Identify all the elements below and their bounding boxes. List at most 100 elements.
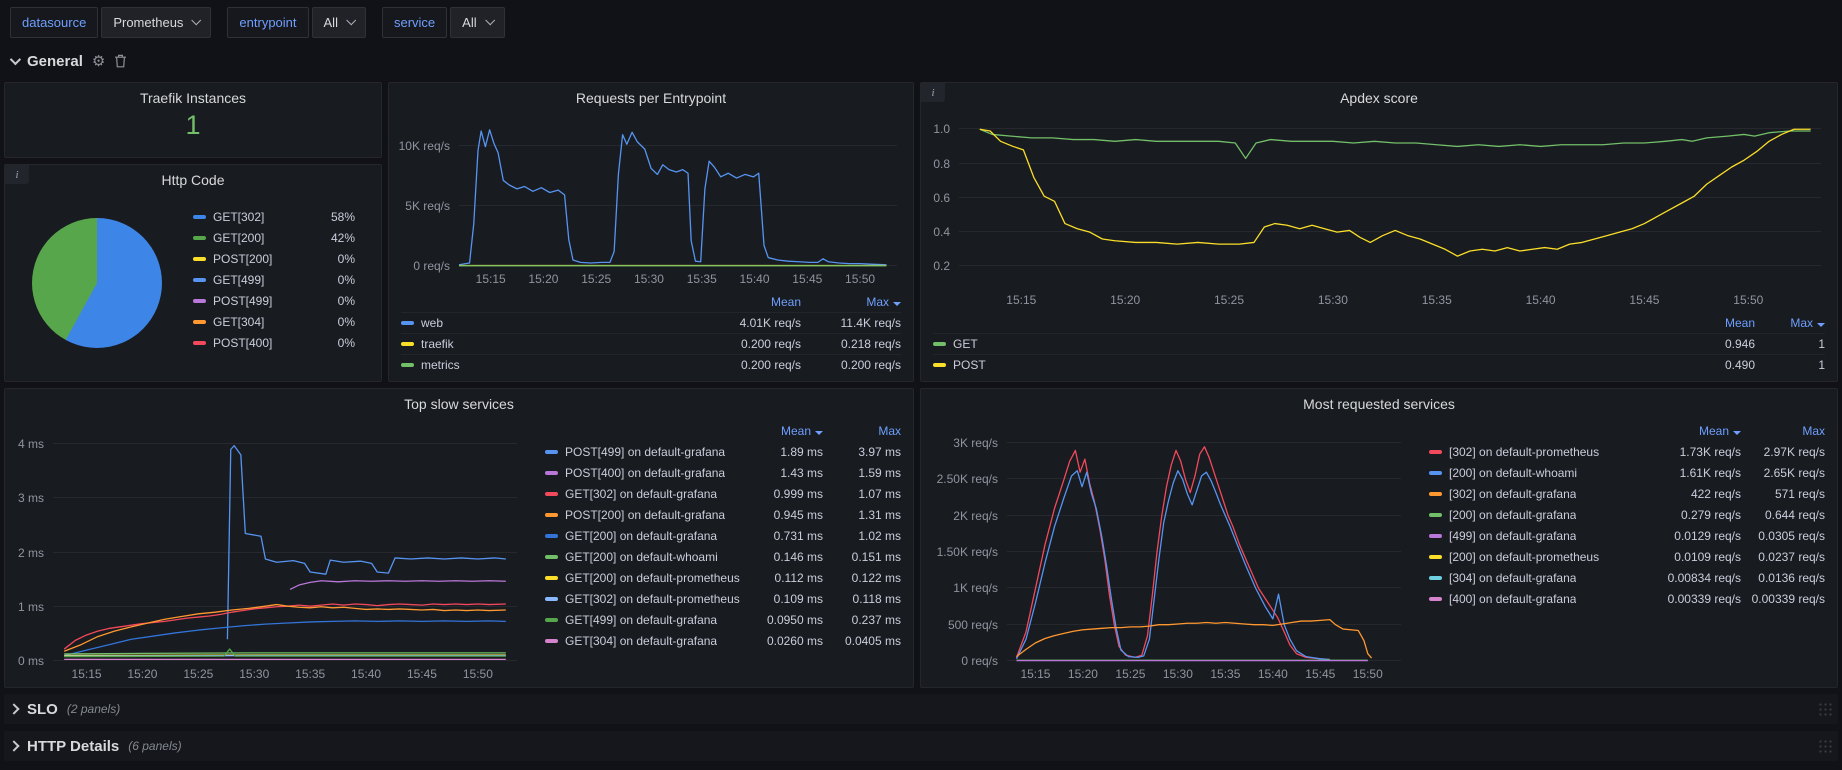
legend-value: 1.02 ms xyxy=(823,529,901,543)
x-tick-label: 15:45 xyxy=(1629,293,1659,307)
legend-item[interactable]: POST[200]0% xyxy=(193,249,355,270)
panel-title[interactable]: Requests per Entrypoint xyxy=(389,83,913,109)
panel-title[interactable]: Apdex score xyxy=(921,83,1837,109)
row-general: General ⚙ xyxy=(4,46,1838,76)
legend-item[interactable]: [400] on default-grafana0.00339 req/s0.0… xyxy=(1429,588,1825,609)
trash-icon[interactable] xyxy=(114,54,127,68)
legend-sort-mean[interactable]: Mean xyxy=(701,295,801,309)
legend-item[interactable]: POST[400] on default-grafana1.43 ms1.59 … xyxy=(545,462,901,483)
legend-value: 1.07 ms xyxy=(823,487,901,501)
chart-canvas[interactable] xyxy=(1007,425,1401,661)
chevron-right-icon[interactable] xyxy=(8,740,19,751)
legend-sort-mean[interactable]: Mean xyxy=(1657,424,1741,438)
legend-sort-mean[interactable]: Mean xyxy=(745,424,823,438)
panel-top-slow-services: Top slow services 0 ms1 ms2 ms3 ms4 ms15… xyxy=(4,388,914,688)
legend-item[interactable]: [200] on default-prometheus0.0109 req/s0… xyxy=(1429,546,1825,567)
var-service-select[interactable]: All xyxy=(450,7,504,38)
timeseries-chart[interactable]: 0.20.40.60.81.015:1515:2015:2515:3015:35… xyxy=(921,109,1837,313)
legend-item[interactable]: GET[499] on default-grafana0.0950 ms0.23… xyxy=(545,609,901,630)
legend-item[interactable]: GET[200] on default-whoami0.146 ms0.151 … xyxy=(545,546,901,567)
legend-item[interactable]: GET[304] on default-grafana0.0260 ms0.04… xyxy=(545,630,901,651)
panel-title[interactable]: Http Code xyxy=(5,165,381,191)
legend-item[interactable]: GET[200] on default-prometheus0.112 ms0.… xyxy=(545,567,901,588)
legend-sort-max[interactable]: Max xyxy=(1755,316,1825,330)
timeseries-chart[interactable]: 0 ms1 ms2 ms3 ms4 ms15:1515:2015:2515:30… xyxy=(5,415,533,687)
legend-sort-max[interactable]: Max xyxy=(801,295,901,309)
legend-label: [304] on default-grafana xyxy=(1449,571,1576,585)
panel-body: 0 req/s500 req/s1K req/s1.50K req/s2K re… xyxy=(921,415,1837,687)
legend-item[interactable]: POST[499] on default-grafana1.89 ms3.97 … xyxy=(545,441,901,462)
legend-item[interactable]: [304] on default-grafana0.00834 req/s0.0… xyxy=(1429,567,1825,588)
series-color-swatch xyxy=(545,597,558,601)
legend-value: 1.43 ms xyxy=(745,466,823,480)
panel-title[interactable]: Traefik Instances xyxy=(5,83,381,109)
timeseries-chart[interactable]: 0 req/s5K req/s10K req/s15:1515:2015:251… xyxy=(389,109,913,292)
var-datasource-select[interactable]: Prometheus xyxy=(101,7,211,38)
legend-sort-max[interactable]: Max xyxy=(823,424,901,438)
legend-item[interactable]: POST[200] on default-grafana0.945 ms1.31… xyxy=(545,504,901,525)
timeseries-chart[interactable]: 0 req/s500 req/s1K req/s1.50K req/s2K re… xyxy=(921,415,1417,687)
legend-value: 0.0237 req/s xyxy=(1741,550,1825,564)
x-tick-label: 15:50 xyxy=(1733,293,1763,307)
row-title-general[interactable]: General xyxy=(27,53,83,70)
legend-item[interactable]: GET[200]42% xyxy=(193,228,355,249)
legend: MeanMax web4.01K req/s11.4K req/straefik0… xyxy=(389,292,913,381)
legend-item[interactable]: [200] on default-grafana0.279 req/s0.644… xyxy=(1429,504,1825,525)
pie-legend: GET[302]58%GET[200]42%POST[200]0%GET[499… xyxy=(181,207,367,360)
x-tick-label: 15:15 xyxy=(1020,667,1050,681)
legend-item[interactable]: [499] on default-grafana0.0129 req/s0.03… xyxy=(1429,525,1825,546)
legend-item[interactable]: GET[499]0% xyxy=(193,270,355,291)
legend-label: GET[200] xyxy=(213,231,264,245)
gear-icon[interactable]: ⚙ xyxy=(92,54,105,69)
panel-title[interactable]: Most requested services xyxy=(921,389,1837,415)
legend-item[interactable]: [302] on default-prometheus1.73K req/s2.… xyxy=(1429,441,1825,462)
legend-item[interactable]: GET[302]58% xyxy=(193,207,355,228)
legend-item[interactable]: GET[304]0% xyxy=(193,312,355,333)
legend-sort-max[interactable]: Max xyxy=(1741,424,1825,438)
chevron-right-icon[interactable] xyxy=(8,703,19,714)
legend-sort-mean[interactable]: Mean xyxy=(1685,316,1755,330)
legend-label: traefik xyxy=(421,337,454,351)
legend-item[interactable]: GET[302] on default-grafana0.999 ms1.07 … xyxy=(545,483,901,504)
legend-item[interactable]: GET[200] on default-grafana0.731 ms1.02 … xyxy=(545,525,901,546)
legend-item[interactable]: [200] on default-whoami1.61K req/s2.65K … xyxy=(1429,462,1825,483)
legend-item[interactable]: web4.01K req/s11.4K req/s xyxy=(401,312,901,333)
x-tick-label: 15:15 xyxy=(1006,293,1036,307)
x-tick-label: 15:45 xyxy=(407,667,437,681)
legend: MeanMax GET0.9461POST0.4901 xyxy=(921,313,1837,381)
legend-label: GET[304] on default-grafana xyxy=(565,634,717,648)
info-icon[interactable]: i xyxy=(921,83,945,102)
drag-handle[interactable] xyxy=(1818,702,1832,717)
var-service-label: service xyxy=(382,7,447,38)
legend-item[interactable]: metrics0.200 req/s0.200 req/s xyxy=(401,354,901,375)
y-tick-label: 0 req/s xyxy=(413,259,450,273)
chart-canvas[interactable] xyxy=(53,425,517,661)
row-title-http-details[interactable]: HTTP Details xyxy=(27,738,119,755)
pie-wrap xyxy=(13,218,181,348)
panel-title[interactable]: Top slow services xyxy=(5,389,913,415)
drag-handle[interactable] xyxy=(1818,739,1832,754)
info-icon[interactable]: i xyxy=(5,165,29,184)
row-slo[interactable]: SLO (2 panels) xyxy=(4,694,1838,724)
row-http-details[interactable]: HTTP Details (6 panels) xyxy=(4,731,1838,761)
legend-value: 571 req/s xyxy=(1741,487,1825,501)
chart-canvas[interactable] xyxy=(459,119,897,266)
legend-item[interactable]: POST0.4901 xyxy=(933,354,1825,375)
legend-item[interactable]: POST[499]0% xyxy=(193,291,355,312)
legend-item[interactable]: GET[302] on default-prometheus0.109 ms0.… xyxy=(545,588,901,609)
legend-label: GET[302] xyxy=(213,210,264,224)
chevron-down-icon[interactable] xyxy=(10,54,21,65)
var-entrypoint-select[interactable]: All xyxy=(312,7,366,38)
legend-value: 0% xyxy=(315,273,355,287)
row-title-slo[interactable]: SLO xyxy=(27,701,58,718)
legend-item[interactable]: GET0.9461 xyxy=(933,333,1825,354)
legend-value: 1.59 ms xyxy=(823,466,901,480)
legend-item[interactable]: [302] on default-grafana422 req/s571 req… xyxy=(1429,483,1825,504)
legend-value: 2.97K req/s xyxy=(1741,445,1825,459)
legend-item[interactable]: traefik0.200 req/s0.218 req/s xyxy=(401,333,901,354)
legend-item[interactable]: POST[400]0% xyxy=(193,333,355,354)
x-tick-label: 15:35 xyxy=(295,667,325,681)
pie-chart[interactable] xyxy=(32,218,162,348)
chart-canvas[interactable] xyxy=(959,119,1821,287)
series-line-POST-400-grafana xyxy=(290,581,506,590)
